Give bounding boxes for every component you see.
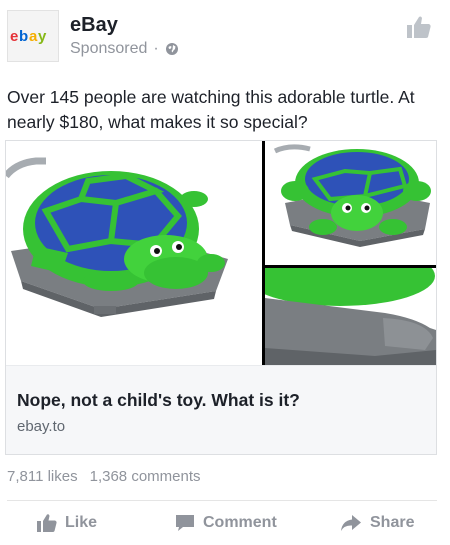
ebay-logo-icon: e b a y [10,28,47,45]
svg-text:y: y [38,28,47,45]
thumbs-up-icon[interactable] [406,14,432,40]
card-domain: ebay.to [17,418,66,435]
likes-count[interactable]: 7,811 likes [7,468,78,485]
post-header: e b a y eBay Sponsored · [0,0,450,75]
svg-text:e: e [10,28,18,45]
engagement-stats: 7,811 likes 1,368 comments [7,468,201,485]
like-button[interactable]: Like [37,513,97,533]
svg-text:a: a [29,28,38,45]
card-footer[interactable]: Nope, not a child's toy. What is it? eba… [6,365,436,454]
comment-button[interactable]: Comment [175,513,277,533]
comments-count[interactable]: 1,368 comments [90,468,201,485]
sponsored-label: Sponsored [70,40,148,57]
action-bar: Like Comment Share [0,503,450,545]
post-text: Over 145 people are watching this adorab… [7,87,415,132]
ebay-logo-avatar[interactable]: e b a y [7,10,59,62]
thumbs-up-icon [37,514,57,532]
like-label: Like [65,514,98,531]
comment-icon [176,515,194,531]
meta-separator: · [153,40,159,57]
turtle-base-closeup-image[interactable] [265,268,436,365]
share-label: Share [370,514,415,531]
actions-divider [7,500,437,501]
link-card[interactable]: Nope, not a child's toy. What is it? eba… [5,140,437,455]
share-button[interactable]: Share [340,513,414,533]
page-name[interactable]: eBay [70,14,118,37]
turtle-front-image[interactable] [265,141,436,265]
svg-text:b: b [19,28,28,45]
turtle-main-image[interactable] [6,141,262,365]
post-meta: Sponsored · [70,40,179,58]
globe-icon [165,43,178,55]
share-icon [341,515,361,531]
comment-label: Comment [203,514,277,531]
image-gallery[interactable] [6,141,436,365]
card-title[interactable]: Nope, not a child's toy. What is it? [17,390,300,411]
